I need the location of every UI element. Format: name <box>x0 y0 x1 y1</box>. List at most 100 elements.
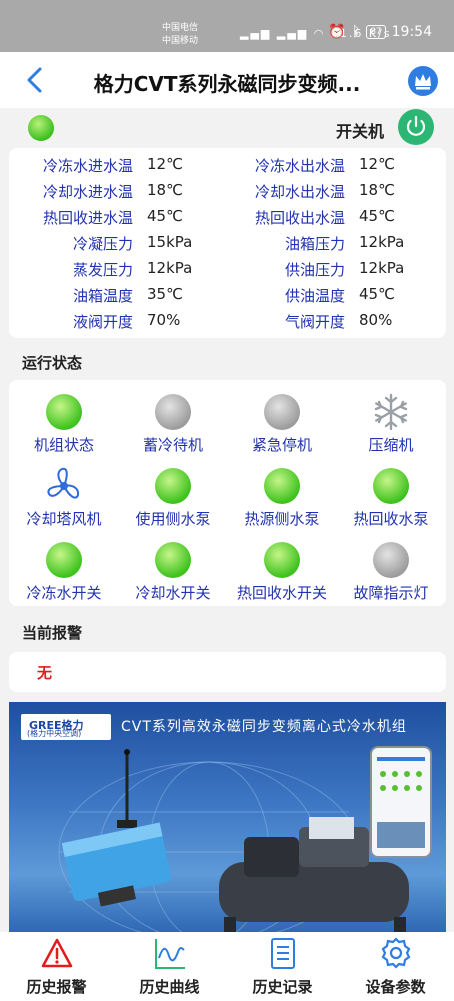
param-value: 12kPa <box>359 259 405 277</box>
param-value: 45℃ <box>359 285 395 303</box>
param-row: 蒸发压力 12kPa 供油压力 12kPa <box>9 259 446 285</box>
status-item-fault-light: 故障指示灯 <box>336 530 446 602</box>
param-value: 18℃ <box>359 181 395 199</box>
gear-icon <box>381 937 411 969</box>
status-item-chilled-switch: 冷冻水开关 <box>9 530 119 602</box>
status-light-on <box>46 394 82 430</box>
status-light-on <box>373 468 409 504</box>
bottom-nav: 历史报警 历史曲线 历史记录 设备参数 <box>0 932 454 1001</box>
status-light-on <box>264 468 300 504</box>
param-value: 18℃ <box>147 181 183 199</box>
back-arrow-icon[interactable] <box>24 66 46 94</box>
param-label: 供油温度 <box>284 287 345 305</box>
current-alarm-card: 无 <box>9 652 446 692</box>
status-label: 冷冻水开关 <box>26 584 102 602</box>
status-label: 故障指示灯 <box>353 584 429 602</box>
current-alarm-heading: 当前报警 <box>22 624 83 642</box>
bluetooth-icon: ᛒ <box>351 24 361 40</box>
running-status-heading: 运行状态 <box>22 354 83 372</box>
status-label: 蓄冷待机 <box>142 436 203 454</box>
status-light-off <box>373 542 409 578</box>
carrier-2: 中国移动 <box>162 36 199 46</box>
status-light-on <box>155 468 191 504</box>
status-bar: 中国电信 中国移动 ▂▄▆ ▂▄▆ ◠ 11.6 K/s ⏰ ᛒ 87 19:5… <box>0 0 454 52</box>
status-label: 冷却水开关 <box>135 584 211 602</box>
param-label: 热回收进水温 <box>42 209 133 227</box>
snowflake-icon <box>374 393 408 431</box>
param-label: 油箱温度 <box>72 287 133 305</box>
carrier-info: 中国电信 中国移动 <box>162 22 198 48</box>
status-item-emergency: 紧急停机 <box>227 382 337 454</box>
nav-label: 历史报警 <box>26 978 87 996</box>
document-icon <box>271 938 295 969</box>
fan-icon <box>47 467 80 499</box>
power-button[interactable] <box>398 109 434 145</box>
status-label: 压缩机 <box>368 436 414 454</box>
status-light-off <box>264 394 300 430</box>
product-banner: GREE格力 (格力中央空调) CVT系列高效永磁同步变频离心式冷水机组 <box>9 702 446 932</box>
param-value: 45℃ <box>359 207 395 225</box>
param-row: 油箱温度 35℃ 供油温度 45℃ <box>9 285 446 311</box>
status-light-on <box>264 542 300 578</box>
power-icon <box>406 115 426 136</box>
chart-icon <box>155 939 185 969</box>
param-value: 12℃ <box>147 155 183 173</box>
alarm-value: 无 <box>37 664 53 682</box>
status-item-recovery-pump: 热回收水泵 <box>336 456 446 528</box>
status-light-off <box>155 394 191 430</box>
param-row: 冷凝压力 15kPa 油箱压力 12kPa <box>9 233 446 259</box>
nav-history-alarm[interactable]: 历史报警 <box>0 932 113 1001</box>
banner-illustration <box>58 746 432 932</box>
param-value: 15kPa <box>147 233 193 251</box>
status-item-cooling-switch: 冷却水开关 <box>118 530 228 602</box>
nav-history-curve[interactable]: 历史曲线 <box>113 932 226 1001</box>
power-switch-label: 开关机 <box>335 122 384 141</box>
status-label: 热源侧水泵 <box>244 510 320 528</box>
nav-device-params[interactable]: 设备参数 <box>339 932 452 1001</box>
param-label: 冷却水进水温 <box>42 183 133 201</box>
carrier-1: 中国电信 <box>162 23 199 33</box>
status-label: 紧急停机 <box>251 436 312 454</box>
nav-label: 历史曲线 <box>139 978 200 996</box>
param-row: 冷冻水进水温 12℃ 冷冻水出水温 12℃ <box>9 155 446 181</box>
param-row: 液阀开度 70% 气阀开度 80% <box>9 311 446 337</box>
clock-time: 19:54 <box>391 24 432 40</box>
param-label: 液阀开度 <box>72 313 133 331</box>
param-value: 70% <box>147 311 181 329</box>
param-label: 蒸发压力 <box>72 261 133 279</box>
status-item-user-pump: 使用侧水泵 <box>118 456 228 528</box>
nav-label: 历史记录 <box>252 978 313 996</box>
param-label: 油箱压力 <box>284 235 345 253</box>
param-value: 12℃ <box>359 155 395 173</box>
crown-icon[interactable] <box>408 66 438 96</box>
param-value: 45℃ <box>147 207 183 225</box>
nav-history-record[interactable]: 历史记录 <box>226 932 339 1001</box>
status-item-tower-fan: 冷却塔风机 <box>9 456 119 528</box>
status-item-unit: 机组状态 <box>9 382 119 454</box>
running-status-card: 机组状态 蓄冷待机 紧急停机 压缩机 冷却塔风机 使用侧水泵 热源侧水泵 热回收… <box>9 380 446 606</box>
param-label: 冷冻水进水温 <box>42 157 133 175</box>
param-label: 热回收出水温 <box>254 209 345 227</box>
status-label: 使用侧水泵 <box>135 510 211 528</box>
alarm-clock-icon: ⏰ <box>328 24 346 40</box>
status-item-source-pump: 热源侧水泵 <box>227 456 337 528</box>
status-item-standby: 蓄冷待机 <box>118 382 228 454</box>
warning-icon <box>41 938 73 968</box>
status-light-on <box>46 542 82 578</box>
param-row: 热回收进水温 45℃ 热回收出水温 45℃ <box>9 207 446 233</box>
status-right: ⏰ ᛒ 87 19:54 <box>328 24 432 40</box>
status-label: 热回收水开关 <box>236 584 327 602</box>
status-item-recovery-switch: 热回收水开关 <box>227 530 337 602</box>
status-label: 热回收水泵 <box>353 510 429 528</box>
status-item-compressor: 压缩机 <box>336 382 446 454</box>
param-label: 冷冻水出水温 <box>254 157 345 175</box>
page-title: 格力CVT系列永磁同步变频... <box>93 72 361 96</box>
param-label: 冷却水出水温 <box>254 183 345 201</box>
param-label: 供油压力 <box>284 261 345 279</box>
nav-label: 设备参数 <box>365 978 426 996</box>
status-label: 冷却塔风机 <box>26 510 102 528</box>
param-row: 冷却水进水温 18℃ 冷却水出水温 18℃ <box>9 181 446 207</box>
param-value: 80% <box>359 311 393 329</box>
battery-indicator: 87 <box>366 25 386 39</box>
parameters-card: 冷冻水进水温 12℃ 冷冻水出水温 12℃ 冷却水进水温 18℃ 冷却水出水温 … <box>9 148 446 338</box>
